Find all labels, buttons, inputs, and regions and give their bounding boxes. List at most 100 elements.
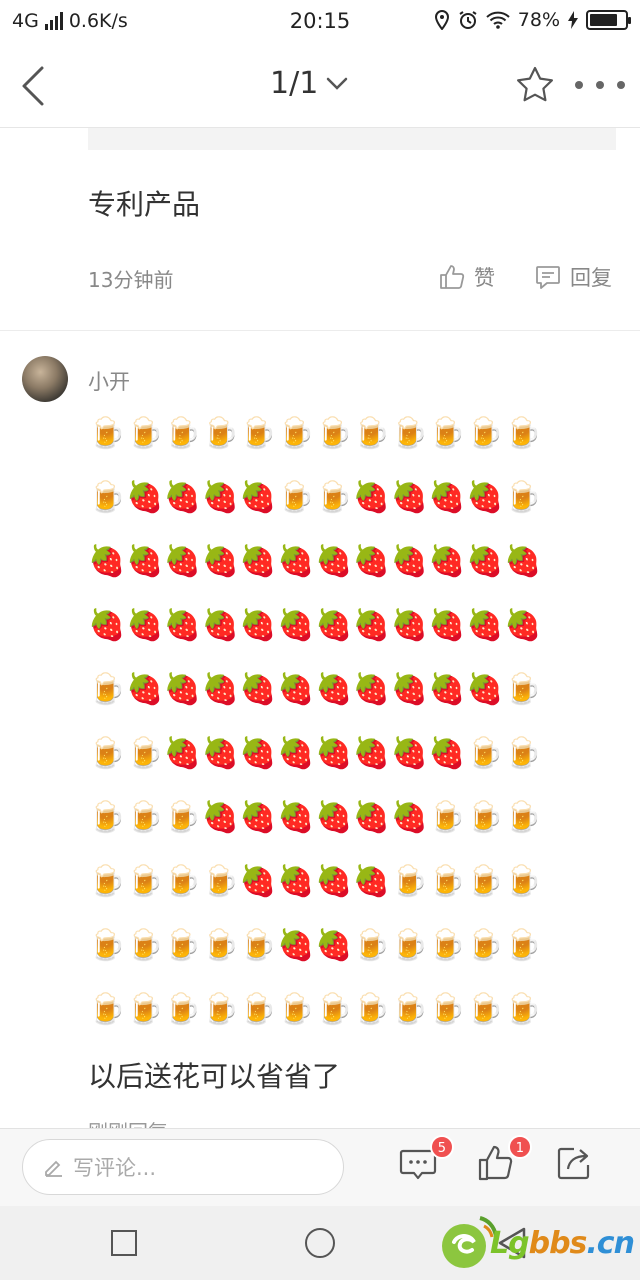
beer-emoji: 🍺 bbox=[315, 480, 353, 515]
recents-button[interactable] bbox=[111, 1230, 137, 1256]
battery-percent: 78% bbox=[517, 9, 560, 31]
beer-emoji: 🍺 bbox=[352, 416, 391, 451]
beer-emoji: 🍺 bbox=[503, 416, 542, 451]
emoji-art: 🍺 🍺 🍺 🍺 🍺 🍺 🍺 🍺 🍺 🍺 🍺 🍺 🍺 🍓 🍓 🍓 🍓 🍺 🍺 🍓 🍓 🍓 🍓 🍺 🍓 🍓 🍓 🍓 🍓 🍓 🍓 🍓 🍓 🍓 🍓 🍓 🍓 🍓 🍓 🍓… bbox=[88, 414, 548, 1054]
back-arrow-icon bbox=[22, 66, 44, 106]
beer-emoji: 🍺 bbox=[239, 416, 277, 451]
page-selector[interactable]: 1/1 bbox=[270, 66, 348, 101]
avatar[interactable] bbox=[22, 356, 68, 402]
share-icon bbox=[557, 1147, 590, 1180]
strawberry-emoji: 🍓 bbox=[239, 864, 277, 899]
beer-emoji: 🍺 bbox=[352, 928, 391, 963]
beer-emoji: 🍺 bbox=[126, 416, 164, 451]
beer-emoji: 🍺 bbox=[503, 864, 542, 899]
strawberry-emoji: 🍓 bbox=[466, 672, 504, 707]
beer-emoji: 🍺 bbox=[390, 416, 428, 451]
wifi-icon bbox=[486, 11, 510, 29]
home-button[interactable] bbox=[305, 1228, 335, 1258]
strawberry-emoji: 🍓 bbox=[315, 544, 353, 579]
status-bar: 4G 0.6K/s 20:15 78% bbox=[0, 0, 640, 44]
strawberry-emoji: 🍓 bbox=[352, 864, 391, 899]
beer-emoji: 🍺 bbox=[201, 992, 239, 1027]
beer-emoji: 🍺 bbox=[88, 992, 126, 1027]
back-button[interactable] bbox=[14, 64, 54, 108]
beer-emoji: 🍺 bbox=[352, 992, 391, 1027]
beer-emoji: 🍺 bbox=[428, 992, 466, 1027]
strawberry-emoji: 🍓 bbox=[390, 480, 428, 515]
strawberry-emoji: 🍓 bbox=[315, 800, 353, 835]
beer-emoji: 🍺 bbox=[239, 928, 277, 963]
strawberry-emoji: 🍓 bbox=[239, 480, 277, 515]
like-button[interactable]: 赞 bbox=[438, 262, 495, 292]
beer-emoji: 🍺 bbox=[163, 864, 202, 899]
more-dot bbox=[617, 81, 625, 89]
reply-button[interactable]: 回复 bbox=[534, 262, 612, 292]
strawberry-emoji: 🍓 bbox=[390, 608, 428, 643]
strawberry-emoji: 🍓 bbox=[352, 672, 391, 707]
beer-emoji: 🍺 bbox=[466, 416, 504, 451]
beer-emoji: 🍺 bbox=[315, 992, 353, 1027]
strawberry-emoji: 🍓 bbox=[315, 928, 353, 963]
strawberry-emoji: 🍓 bbox=[126, 672, 164, 707]
beer-emoji: 🍺 bbox=[163, 992, 202, 1027]
status-right: 78% bbox=[434, 9, 631, 31]
beer-emoji: 🍺 bbox=[277, 480, 315, 515]
strawberry-emoji: 🍓 bbox=[201, 480, 239, 515]
strawberry-emoji: 🍓 bbox=[315, 864, 353, 899]
beer-emoji: 🍺 bbox=[466, 864, 504, 899]
more-button[interactable] bbox=[575, 72, 625, 98]
comment-input[interactable]: 写评论... bbox=[22, 1139, 344, 1195]
top-nav: 1/1 bbox=[0, 44, 640, 128]
strawberry-emoji: 🍓 bbox=[428, 672, 466, 707]
strawberry-emoji: 🍓 bbox=[352, 736, 391, 771]
strawberry-emoji: 🍓 bbox=[277, 544, 315, 579]
username[interactable]: 小开 bbox=[88, 366, 130, 396]
beer-emoji: 🍺 bbox=[277, 416, 315, 451]
strawberry-emoji: 🍓 bbox=[352, 544, 391, 579]
beer-emoji: 🍺 bbox=[428, 864, 466, 899]
beer-emoji: 🍺 bbox=[503, 800, 542, 835]
strawberry-emoji: 🍓 bbox=[428, 480, 466, 515]
reply-label: 回复 bbox=[570, 266, 612, 290]
strawberry-emoji: 🍓 bbox=[163, 480, 202, 515]
beer-emoji: 🍺 bbox=[163, 416, 202, 451]
charging-icon bbox=[568, 11, 578, 29]
favorite-button[interactable] bbox=[514, 64, 556, 106]
comment-time: 刚刚回复 bbox=[88, 1116, 168, 1128]
like-post-button[interactable]: 1 bbox=[476, 1135, 532, 1187]
beer-emoji: 🍺 bbox=[503, 928, 542, 963]
beer-emoji: 🍺 bbox=[503, 480, 542, 515]
watermark-logo: Lgbbs.cn bbox=[440, 1212, 636, 1276]
page-indicator-text: 1/1 bbox=[270, 66, 319, 101]
strawberry-emoji: 🍓 bbox=[315, 608, 353, 643]
strawberry-emoji: 🍓 bbox=[277, 672, 315, 707]
strawberry-emoji: 🍓 bbox=[239, 736, 277, 771]
beer-emoji: 🍺 bbox=[390, 992, 428, 1027]
strawberry-emoji: 🍓 bbox=[428, 544, 466, 579]
star-icon bbox=[517, 66, 553, 102]
strawberry-emoji: 🍓 bbox=[163, 672, 202, 707]
strawberry-emoji: 🍓 bbox=[466, 480, 504, 515]
strawberry-emoji: 🍓 bbox=[390, 800, 428, 835]
strawberry-emoji: 🍓 bbox=[88, 544, 126, 579]
comments-button[interactable]: 5 bbox=[398, 1135, 454, 1187]
strawberry-emoji: 🍓 bbox=[201, 800, 239, 835]
strawberry-emoji: 🍓 bbox=[428, 736, 466, 771]
comment-text: 以后送花可以省省了 bbox=[88, 1060, 341, 1093]
location-icon bbox=[434, 10, 449, 30]
beer-emoji: 🍺 bbox=[88, 864, 126, 899]
strawberry-emoji: 🍓 bbox=[126, 608, 164, 643]
comment-bar: 写评论... 5 1 bbox=[0, 1128, 640, 1206]
strawberry-emoji: 🍓 bbox=[239, 544, 277, 579]
beer-emoji: 🍺 bbox=[201, 864, 239, 899]
share-button[interactable] bbox=[554, 1143, 598, 1187]
beer-emoji: 🍺 bbox=[277, 992, 315, 1027]
beer-emoji: 🍺 bbox=[88, 672, 126, 707]
beer-emoji: 🍺 bbox=[428, 800, 466, 835]
quoted-content-strip bbox=[88, 128, 616, 150]
strawberry-emoji: 🍓 bbox=[466, 544, 504, 579]
strawberry-emoji: 🍓 bbox=[163, 544, 202, 579]
beer-emoji: 🍺 bbox=[503, 992, 542, 1027]
strawberry-emoji: 🍓 bbox=[277, 928, 315, 963]
watermark-text: Lgbbs.cn bbox=[490, 1226, 635, 1261]
